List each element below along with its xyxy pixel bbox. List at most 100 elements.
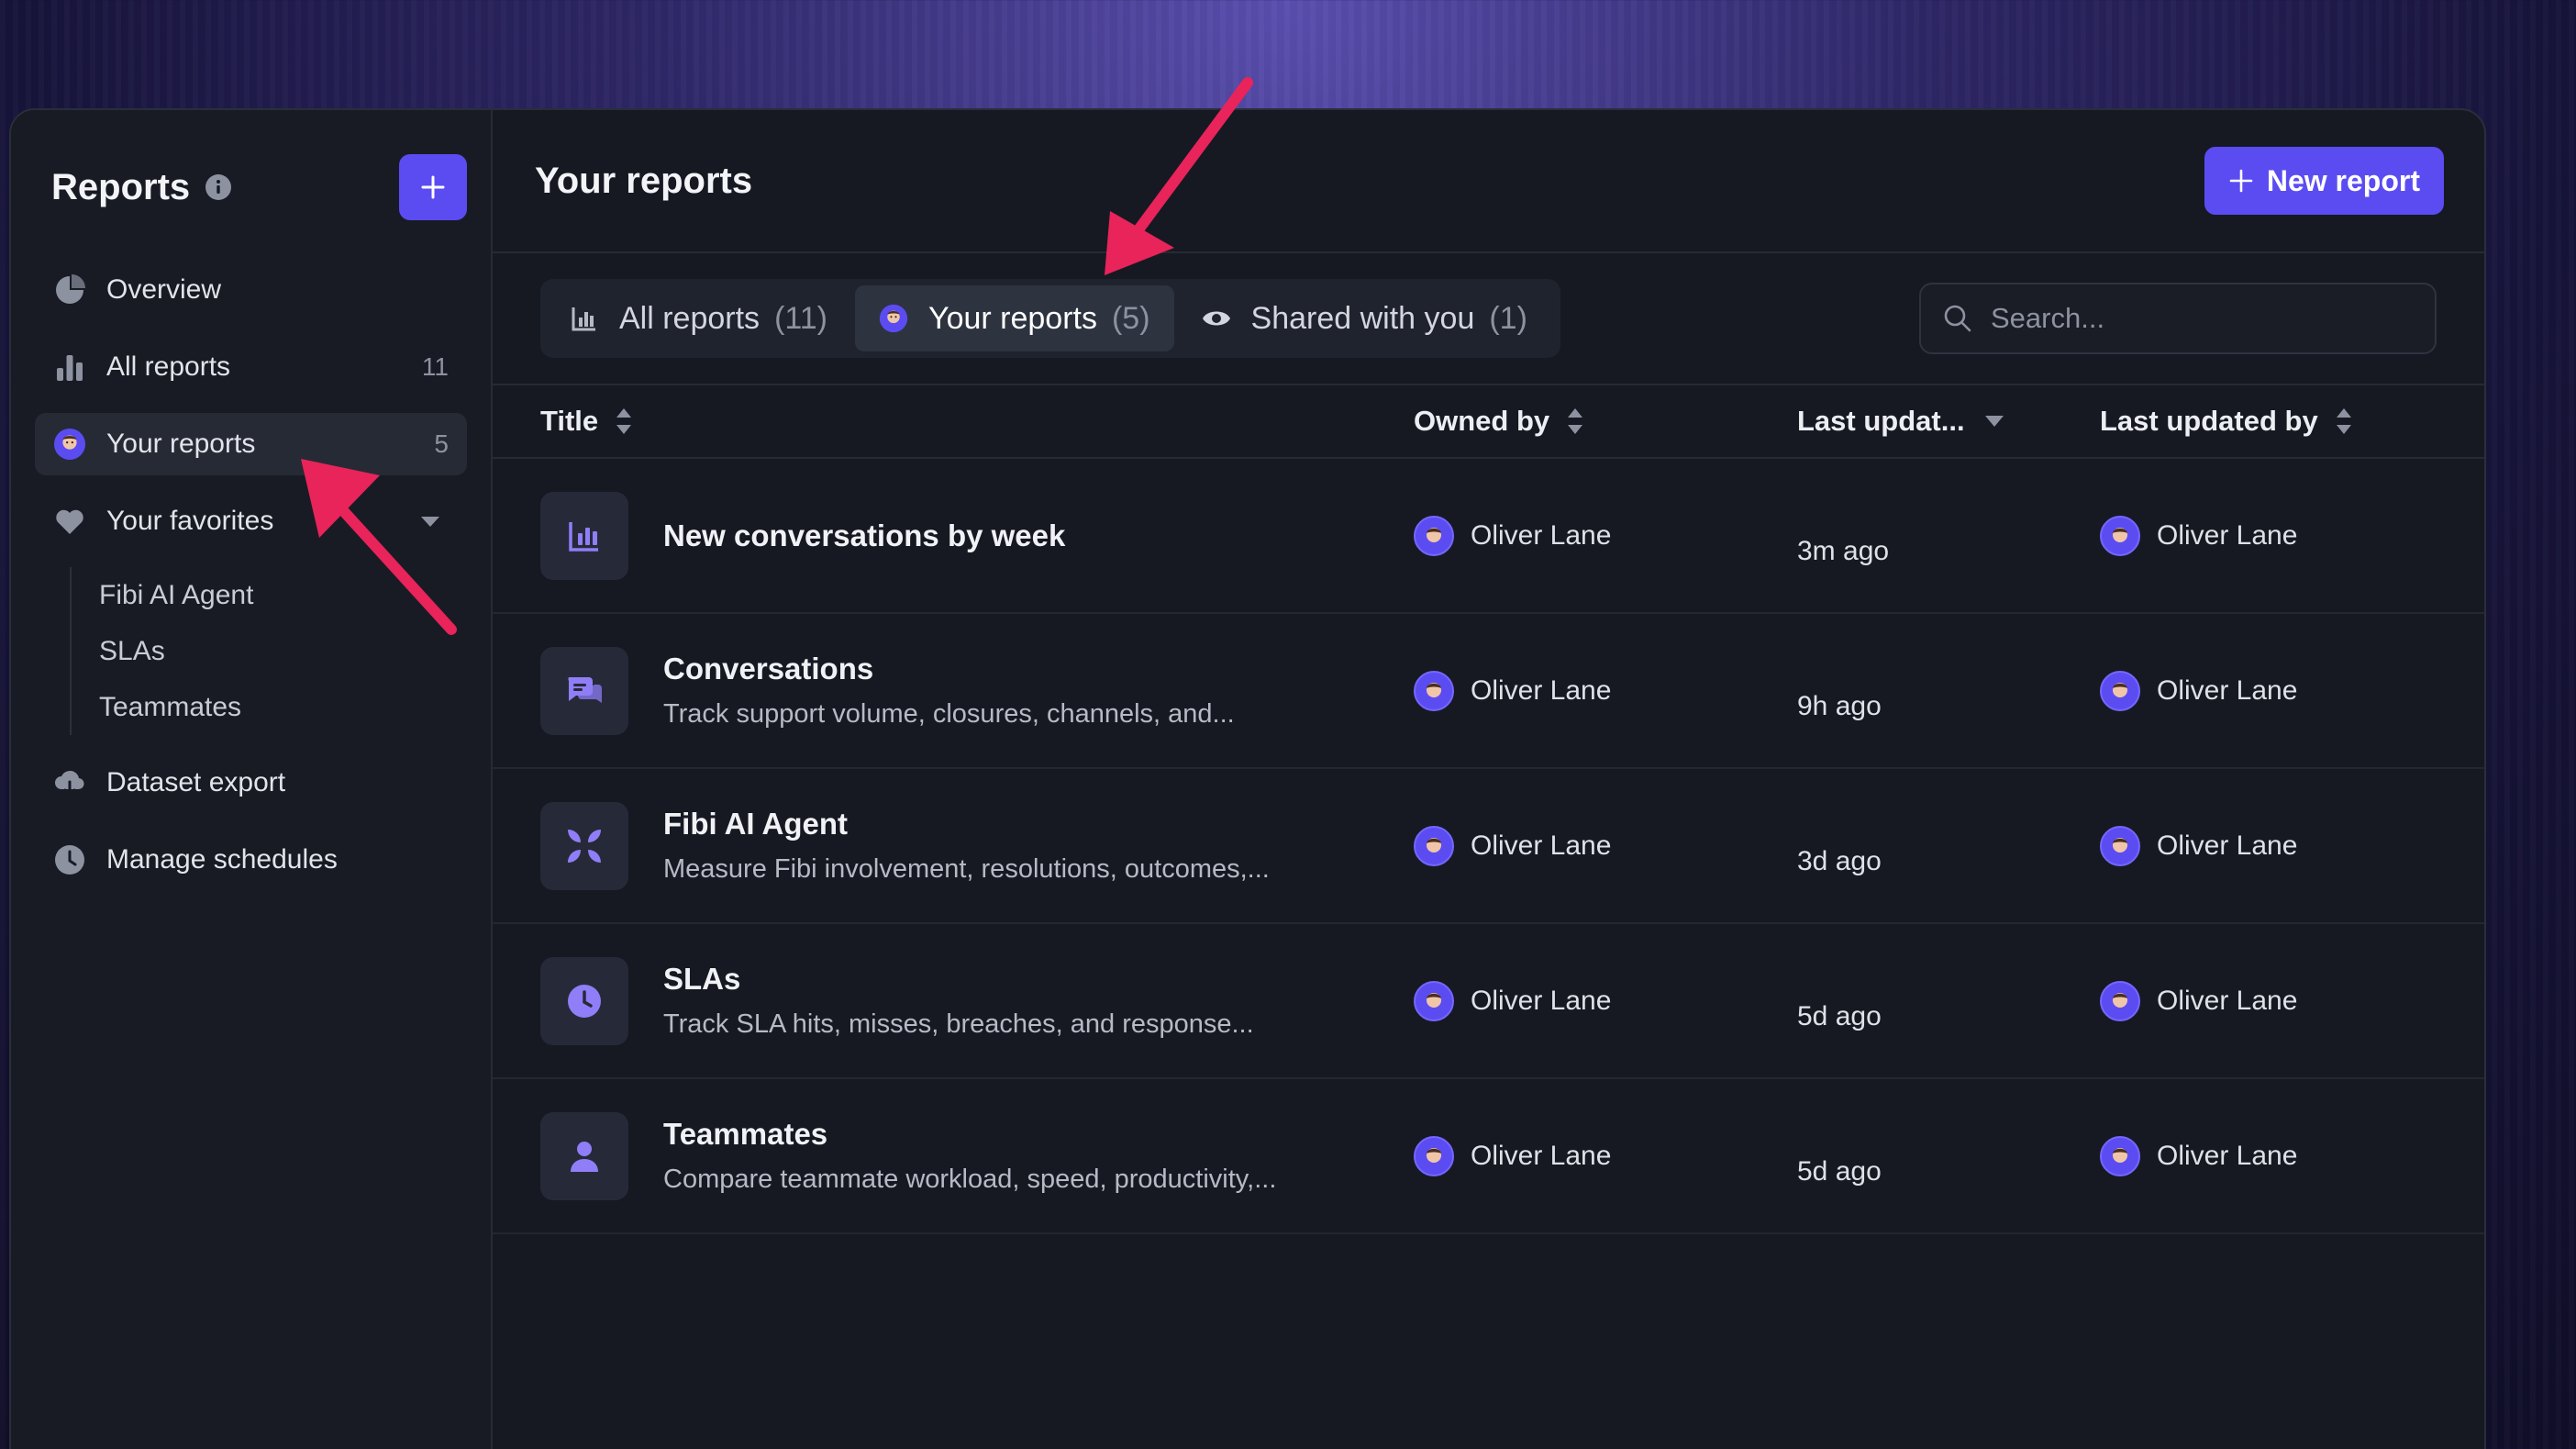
updated-by-cell: Oliver Lane xyxy=(2100,670,2298,711)
column-last-updated-by[interactable]: Last updated by xyxy=(2100,405,2353,438)
last-updated: 9h ago xyxy=(1797,691,1882,721)
last-updated: 5d ago xyxy=(1797,1001,1882,1031)
sidebar-header: Reports xyxy=(35,152,467,222)
sidebar-item-label: Manage schedules xyxy=(106,844,338,875)
cloud-download-icon xyxy=(53,766,86,799)
sidebar-item-label: Your reports xyxy=(106,429,256,459)
sidebar-item-overview[interactable]: Overview xyxy=(35,259,467,321)
avatar xyxy=(1414,825,1454,866)
page-title: Your reports xyxy=(535,160,753,201)
sidebar-item-manage-schedules[interactable]: Manage schedules xyxy=(35,829,467,891)
report-title[interactable]: Conversations xyxy=(663,652,1416,686)
sidebar-item-label: Dataset export xyxy=(106,767,286,797)
table-header: Title Owned by Last updat... Last update… xyxy=(493,385,2484,459)
owner-cell: Oliver Lane xyxy=(1414,825,1611,866)
avatar xyxy=(2100,515,2140,556)
column-label: Last updat... xyxy=(1797,405,1965,437)
reports-window: Reports Overview All reports 11 Your rep… xyxy=(9,108,2486,1449)
report-title[interactable]: New conversations by week xyxy=(663,518,1416,553)
add-report-button[interactable] xyxy=(399,154,467,220)
tab-label: Shared with you xyxy=(1250,300,1475,336)
sidebar-item-label: All reports xyxy=(106,351,231,382)
chevron-down-icon[interactable] xyxy=(421,516,439,527)
sidebar: Reports Overview All reports 11 Your rep… xyxy=(11,110,493,1449)
bar-chart-icon xyxy=(53,351,86,384)
sidebar-item-count: 11 xyxy=(421,352,449,381)
avatar-icon xyxy=(879,304,908,333)
bar-chart-icon xyxy=(540,491,628,580)
avatar-icon xyxy=(53,428,86,461)
report-description: Measure Fibi involvement, resolutions, o… xyxy=(663,854,1270,884)
fibi-logo-icon xyxy=(540,801,628,890)
tab-count: (5) xyxy=(1111,300,1150,336)
new-report-button[interactable]: New report xyxy=(2204,147,2444,215)
updated-by-name: Oliver Lane xyxy=(2157,674,2298,706)
tab-count: (1) xyxy=(1489,300,1527,336)
tab-shared-with-you[interactable]: Shared with you (1) xyxy=(1178,285,1551,351)
updated-by-cell: Oliver Lane xyxy=(2100,980,2298,1021)
report-title[interactable]: Teammates xyxy=(663,1117,1416,1152)
new-report-label: New report xyxy=(2266,163,2420,197)
tab-your-reports[interactable]: Your reports (5) xyxy=(855,285,1174,351)
owner-name: Oliver Lane xyxy=(1471,1140,1612,1171)
report-title[interactable]: Fibi AI Agent xyxy=(663,807,1416,842)
owner-cell: Oliver Lane xyxy=(1414,1135,1612,1176)
sidebar-item-label: Overview xyxy=(106,274,222,305)
favorite-item-teammates[interactable]: Teammates xyxy=(99,679,467,735)
column-last-updated[interactable]: Last updat... xyxy=(1797,405,2100,438)
column-label: Owned by xyxy=(1414,405,1550,437)
table-row[interactable]: Teammates Compare teammate workload, spe… xyxy=(493,1079,2484,1234)
avatar xyxy=(1414,670,1454,711)
plus-icon xyxy=(2229,169,2253,193)
favorites-list: Fibi AI Agent SLAs Teammates xyxy=(70,567,467,735)
updated-by-name: Oliver Lane xyxy=(2157,1140,2298,1171)
last-updated: 3m ago xyxy=(1797,536,1890,566)
sidebar-item-your-reports[interactable]: Your reports 5 xyxy=(35,413,467,475)
owner-name: Oliver Lane xyxy=(1471,985,1612,1016)
sort-icon xyxy=(2335,408,2353,434)
sidebar-title: Reports xyxy=(51,166,191,207)
updated-by-name: Oliver Lane xyxy=(2157,519,2298,551)
last-updated: 5d ago xyxy=(1797,1156,1882,1187)
report-title[interactable]: SLAs xyxy=(663,962,1416,997)
table-row[interactable]: New conversations by week Oliver Lane 3m… xyxy=(493,459,2484,614)
table-row[interactable]: SLAs Track SLA hits, misses, breaches, a… xyxy=(493,924,2484,1079)
sidebar-item-count: 5 xyxy=(434,429,449,458)
main-header: Your reports New report xyxy=(493,110,2484,253)
chat-bubbles-icon xyxy=(540,646,628,735)
search-box[interactable] xyxy=(1919,283,2437,354)
eye-icon xyxy=(1202,304,1231,333)
updated-by-name: Oliver Lane xyxy=(2157,985,2298,1016)
avatar xyxy=(2100,1135,2140,1176)
table-row[interactable]: Fibi AI Agent Measure Fibi involvement, … xyxy=(493,769,2484,924)
sidebar-item-dataset-export[interactable]: Dataset export xyxy=(35,752,467,814)
main-content: Your reports New report All reports (11) xyxy=(493,110,2484,1449)
avatar xyxy=(2100,670,2140,711)
search-input[interactable] xyxy=(1991,302,2413,335)
report-tabs: All reports (11) Your reports (5) Shared… xyxy=(540,279,1560,358)
pie-chart-icon xyxy=(53,273,86,307)
sidebar-item-label: Your favorites xyxy=(106,506,274,536)
search-icon xyxy=(1944,305,1971,332)
avatar xyxy=(2100,980,2140,1021)
heart-icon xyxy=(53,505,86,538)
favorite-item-fibi-ai-agent[interactable]: Fibi AI Agent xyxy=(99,567,467,623)
column-label: Last updated by xyxy=(2100,405,2318,437)
tab-count: (11) xyxy=(774,300,828,336)
owner-cell: Oliver Lane xyxy=(1414,515,1611,556)
sidebar-item-your-favorites[interactable]: Your favorites xyxy=(35,490,467,552)
sidebar-item-all-reports[interactable]: All reports 11 xyxy=(35,336,467,398)
tab-all-reports[interactable]: All reports (11) xyxy=(546,285,851,351)
updated-by-cell: Oliver Lane xyxy=(2100,515,2298,556)
clock-icon xyxy=(53,843,86,876)
avatar xyxy=(1414,515,1454,556)
person-icon xyxy=(540,1111,628,1200)
table-row[interactable]: Conversations Track support volume, clos… xyxy=(493,614,2484,769)
updated-by-cell: Oliver Lane xyxy=(2100,825,2297,866)
clock-icon xyxy=(540,956,628,1045)
info-icon[interactable] xyxy=(205,173,232,201)
report-description: Track SLA hits, misses, breaches, and re… xyxy=(663,1009,1254,1039)
column-title[interactable]: Title xyxy=(540,405,1414,438)
favorite-item-slas[interactable]: SLAs xyxy=(99,623,467,679)
column-owned-by[interactable]: Owned by xyxy=(1414,405,1797,438)
